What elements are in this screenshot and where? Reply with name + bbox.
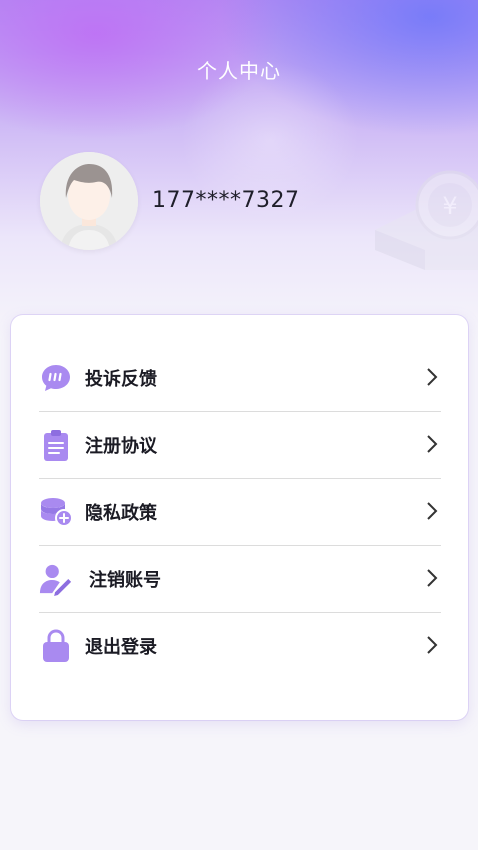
menu-item-logout[interactable]: 退出登录 (39, 613, 441, 679)
database-icon (39, 495, 73, 529)
avatar[interactable] (40, 152, 138, 250)
chevron-right-icon (427, 368, 438, 386)
lock-icon (39, 629, 73, 663)
chevron-right-icon (427, 569, 438, 587)
svg-text:¥: ¥ (442, 192, 457, 220)
menu-item-privacy-policy[interactable]: 隐私政策 (39, 479, 441, 545)
coin-decoration-icon: ¥ (375, 170, 478, 270)
chevron-right-icon (427, 435, 438, 453)
menu-item-complaint-feedback[interactable]: 投诉反馈 (39, 345, 441, 411)
menu-item-label: 投诉反馈 (85, 369, 157, 390)
user-edit-icon (39, 562, 73, 596)
clipboard-icon (39, 428, 73, 462)
menu-item-label: 注销账号 (89, 570, 161, 591)
menu-item-registration-agreement[interactable]: 注册协议 (39, 412, 441, 478)
menu-item-label: 退出登录 (85, 637, 157, 658)
chevron-right-icon (427, 502, 438, 520)
user-phone: 177****7327 (152, 188, 300, 213)
menu-card: 投诉反馈 注册协议 隐私政策 注销账号 退出登录 (11, 315, 468, 720)
page-title: 个人中心 (197, 59, 281, 83)
menu-item-label: 注册协议 (85, 436, 157, 457)
default-avatar-icon (40, 152, 138, 250)
chat-bubble-icon (39, 361, 73, 395)
chevron-right-icon (427, 636, 438, 654)
menu-item-label: 隐私政策 (85, 503, 157, 524)
menu-item-cancel-account[interactable]: 注销账号 (39, 546, 441, 612)
